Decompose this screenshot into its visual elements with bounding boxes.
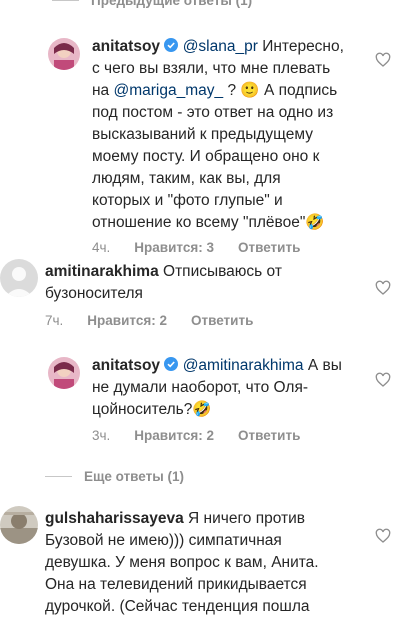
avatar-anitatsoy[interactable] bbox=[48, 38, 80, 70]
likes-count[interactable]: Нравится: 3 bbox=[134, 240, 214, 255]
comment-text: Бузовой не имею))) симпатичная bbox=[45, 532, 282, 549]
comment-text: ? 🙂 А подпись bbox=[223, 82, 338, 99]
comment-text: бузоносителя bbox=[45, 285, 143, 302]
comment-text: дурочкой. (Сейчас тенденция пошла bbox=[45, 598, 310, 615]
comment-2-meta: 7ч. Нравится: 2 Ответить bbox=[45, 313, 253, 328]
comment-text: под постом - это ответ на одно из bbox=[92, 104, 334, 121]
comment-text: Отписываюсь от bbox=[158, 263, 282, 280]
previous-replies-label: Предыдущие ответы (1) bbox=[91, 0, 253, 8]
comment-text: А вы bbox=[303, 357, 342, 374]
mention-link[interactable]: @amitinarakhima bbox=[183, 357, 304, 374]
comment-text: Я ничего против bbox=[183, 510, 305, 527]
timestamp: 7ч. bbox=[45, 313, 64, 328]
comment-text: моему посту. И обращено оно к bbox=[92, 148, 320, 165]
more-replies-label: Еще ответы (1) bbox=[84, 469, 185, 484]
verified-badge-icon bbox=[164, 38, 179, 52]
view-more-replies[interactable]: Еще ответы (1) bbox=[45, 469, 184, 484]
comment-1-meta: 4ч. Нравится: 3 Ответить bbox=[92, 240, 300, 255]
likes-count[interactable]: Нравится: 2 bbox=[87, 313, 167, 328]
verified-badge-icon bbox=[164, 357, 179, 371]
reply-button[interactable]: Ответить bbox=[238, 428, 300, 443]
comment-text: цойноситель?🤣 bbox=[92, 401, 212, 418]
comment-text: которых и "фото глупые" и bbox=[92, 192, 283, 209]
divider-line bbox=[45, 476, 72, 477]
like-heart-icon[interactable] bbox=[375, 372, 391, 388]
mention-link[interactable]: @slana_pr bbox=[183, 38, 258, 55]
comment-text: отношение ко всему "плёвое"🤣 bbox=[92, 214, 325, 231]
comment-text: Она на телевидений прикидывается bbox=[45, 576, 307, 593]
comment-text: высказываний к предыдущему bbox=[92, 126, 313, 143]
comment-2-text: amitinarakhima Отписываюсь от бузоносите… bbox=[45, 261, 365, 305]
comment-username[interactable]: anitatsoy bbox=[92, 38, 160, 55]
comment-text: девушка. У меня вопрос к вам, Анита. bbox=[45, 554, 319, 571]
view-previous-replies[interactable]: Предыдущие ответы (1) bbox=[52, 0, 252, 8]
avatar-anitatsoy[interactable] bbox=[48, 357, 80, 389]
comment-3-meta: 3ч. Нравится: 2 Ответить bbox=[92, 428, 300, 443]
reply-button[interactable]: Ответить bbox=[191, 313, 253, 328]
divider-line bbox=[52, 0, 79, 1]
likes-count[interactable]: Нравится: 2 bbox=[134, 428, 214, 443]
like-heart-icon[interactable] bbox=[375, 280, 391, 296]
reply-button[interactable]: Ответить bbox=[238, 240, 300, 255]
timestamp: 3ч. bbox=[92, 428, 111, 443]
comment-text: людям, таким, как вы, для bbox=[92, 170, 281, 187]
like-heart-icon[interactable] bbox=[375, 528, 391, 544]
comment-username[interactable]: anitatsoy bbox=[92, 357, 160, 374]
comment-3-text: anitatsoy @amitinarakhima А вы не думали… bbox=[92, 355, 364, 421]
like-heart-icon[interactable] bbox=[375, 52, 391, 68]
comment-text: на bbox=[92, 82, 114, 99]
avatar-amitinarakhima[interactable] bbox=[0, 259, 38, 297]
comment-text: не думали наоборот, что Оля- bbox=[92, 379, 308, 396]
timestamp: 4ч. bbox=[92, 240, 111, 255]
comment-username[interactable]: amitinarakhima bbox=[45, 263, 159, 280]
comment-4-text: gulshaharissayeva Я ничего против Бузово… bbox=[45, 508, 385, 618]
comment-text: Интересно, bbox=[257, 38, 344, 55]
comment-username[interactable]: gulshaharissayeva bbox=[45, 510, 184, 527]
avatar-gulshaharissayeva[interactable] bbox=[0, 506, 38, 544]
comment-text: с чего вы взяли, что мне плевать bbox=[92, 60, 331, 77]
mention-link[interactable]: @mariga_may_ bbox=[114, 82, 224, 99]
comment-1-text: anitatsoy @slana_pr Интересно, с чего вы… bbox=[92, 36, 362, 234]
